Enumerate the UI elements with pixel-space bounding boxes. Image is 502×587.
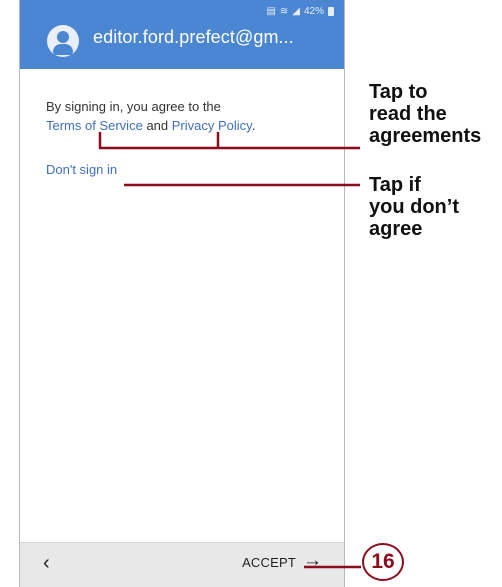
- wifi-icon: ≋: [279, 6, 289, 17]
- callout-line: you don’t: [369, 196, 459, 218]
- period-text: .: [251, 118, 256, 133]
- account-header: ▤ ≋ ◢ 42% editor.ford.prefect@gm...: [20, 0, 344, 69]
- callout-line: Tap to: [369, 81, 428, 103]
- callout-dont-agree: Tap if you don’t agree: [369, 174, 459, 240]
- battery-level: 42%: [303, 6, 324, 17]
- callout-line: Tap if: [369, 174, 421, 196]
- battery-icon: [328, 7, 334, 16]
- nfc-icon: ▤: [266, 6, 276, 17]
- callout-line: read the: [369, 103, 447, 125]
- dont-sign-in-link[interactable]: Don't sign in: [46, 162, 117, 177]
- chevron-left-icon[interactable]: ‹: [43, 552, 50, 575]
- privacy-policy-link[interactable]: Privacy Policy: [172, 118, 252, 133]
- agreement-intro: By signing in, you agree to the: [46, 99, 221, 114]
- avatar-head: [57, 31, 69, 43]
- agreement-text: By signing in, you agree to the Terms of…: [46, 97, 336, 135]
- avatar-body: [53, 44, 73, 55]
- bottom-bar: ‹ ACCEPT →: [20, 542, 344, 587]
- phone-screen: ▤ ≋ ◢ 42% editor.ford.prefect@gm... By s…: [19, 0, 345, 587]
- and-text: and: [146, 118, 169, 133]
- account-email: editor.ford.prefect@gm...: [93, 27, 294, 47]
- accept-button[interactable]: ACCEPT: [242, 555, 296, 570]
- terms-of-service-link[interactable]: Terms of Service: [46, 118, 143, 133]
- status-bar: ▤ ≋ ◢ 42%: [266, 6, 334, 17]
- callout-read-agreements: Tap to read the agreements: [369, 81, 481, 147]
- step-number-badge: 16: [362, 543, 404, 581]
- signal-icon: ◢: [292, 6, 300, 17]
- avatar: [47, 25, 79, 57]
- callout-line: agree: [369, 218, 423, 240]
- arrow-right-icon[interactable]: →: [303, 550, 322, 572]
- callout-line: agreements: [369, 125, 482, 147]
